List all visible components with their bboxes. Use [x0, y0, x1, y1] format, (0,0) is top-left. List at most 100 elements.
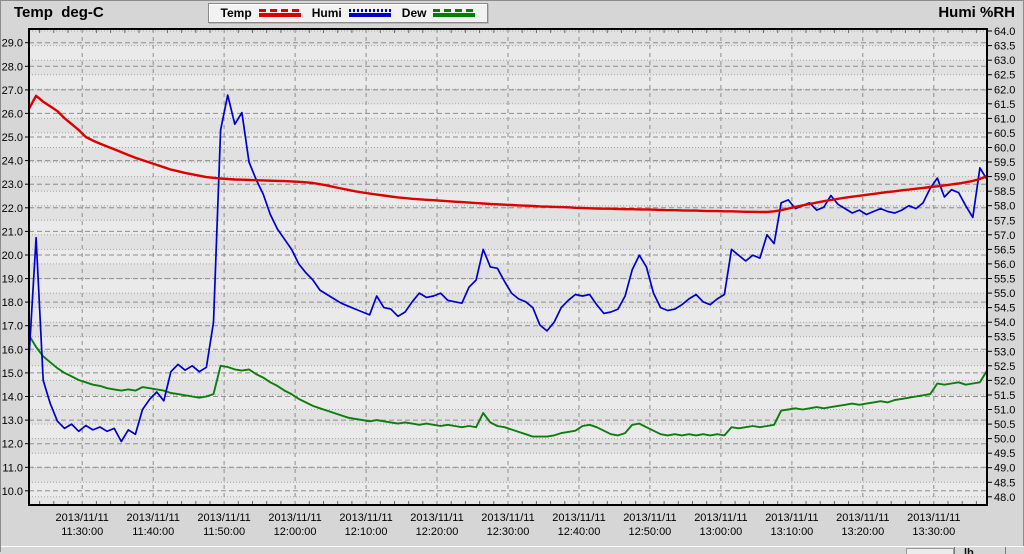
- legend-label-humi: Humi: [312, 6, 342, 20]
- svg-text:57.5: 57.5: [994, 215, 1015, 227]
- svg-text:60.0: 60.0: [994, 143, 1015, 155]
- right-axis-title: Humi %RH: [938, 4, 1015, 21]
- svg-text:24.0: 24.0: [2, 156, 23, 168]
- legend-swatch-humi: [349, 9, 391, 18]
- legend-item-temp: Temp: [221, 6, 301, 20]
- status-scroll-box[interactable]: [906, 548, 954, 554]
- svg-text:59.5: 59.5: [994, 157, 1015, 169]
- svg-text:11:30:00: 11:30:00: [61, 526, 103, 538]
- svg-text:12.0: 12.0: [2, 439, 23, 451]
- svg-text:14.0: 14.0: [2, 392, 23, 404]
- status-partial-text: lb: [964, 547, 974, 554]
- svg-text:55.0: 55.0: [994, 288, 1015, 300]
- svg-text:53.5: 53.5: [994, 332, 1015, 344]
- svg-text:62.5: 62.5: [994, 70, 1015, 82]
- svg-text:53.0: 53.0: [994, 346, 1015, 358]
- y-axis-right-labels: 64.0 63.5 63.0 62.5 62.0 61.5 61.0 60.5 60.0 59.5…: [987, 26, 1015, 504]
- legend-item-dew: Dew: [402, 6, 476, 20]
- svg-text:10.0: 10.0: [2, 486, 23, 498]
- svg-text:12:20:00: 12:20:00: [416, 526, 459, 538]
- svg-text:15.0: 15.0: [2, 368, 23, 380]
- svg-text:22.0: 22.0: [2, 203, 23, 215]
- svg-text:54.0: 54.0: [994, 317, 1015, 329]
- svg-text:58.5: 58.5: [994, 186, 1015, 198]
- svg-text:48.0: 48.0: [994, 492, 1015, 504]
- svg-text:2013/11/11: 2013/11/11: [197, 512, 250, 524]
- y-axis-left-labels: 29.028.027.026.025.024.023.022.021.020.0…: [2, 38, 29, 498]
- svg-text:23.0: 23.0: [2, 179, 23, 191]
- svg-text:49.0: 49.0: [994, 463, 1015, 475]
- svg-text:60.5: 60.5: [994, 128, 1015, 140]
- svg-text:20.0: 20.0: [2, 250, 23, 262]
- svg-text:13:00:00: 13:00:00: [699, 526, 742, 538]
- svg-text:11:40:00: 11:40:00: [132, 526, 174, 538]
- svg-text:63.5: 63.5: [994, 41, 1015, 53]
- svg-text:12:40:00: 12:40:00: [558, 526, 601, 538]
- svg-text:13:10:00: 13:10:00: [770, 526, 813, 538]
- svg-text:61.5: 61.5: [994, 99, 1015, 111]
- svg-text:61.0: 61.0: [994, 113, 1015, 125]
- svg-text:13:30:00: 13:30:00: [912, 526, 955, 538]
- svg-text:2013/11/11: 2013/11/11: [268, 512, 321, 524]
- svg-text:49.5: 49.5: [994, 448, 1015, 460]
- svg-text:13.0: 13.0: [2, 415, 23, 427]
- legend: Temp Humi Dew: [208, 3, 488, 23]
- status-bar: lb: [1, 546, 1024, 554]
- svg-text:2013/11/11: 2013/11/11: [339, 512, 392, 524]
- svg-text:52.0: 52.0: [994, 375, 1015, 387]
- svg-text:16.0: 16.0: [2, 344, 23, 356]
- svg-text:2013/11/11: 2013/11/11: [836, 512, 889, 524]
- svg-text:51.0: 51.0: [994, 405, 1015, 417]
- legend-swatch-dew: [433, 9, 475, 18]
- chart-canvas: 29.028.027.026.025.024.023.022.021.020.0…: [1, 1, 1024, 546]
- svg-text:54.5: 54.5: [994, 303, 1015, 315]
- svg-text:63.0: 63.0: [994, 55, 1015, 67]
- svg-text:13:20:00: 13:20:00: [841, 526, 884, 538]
- svg-text:26.0: 26.0: [2, 108, 23, 120]
- svg-text:51.5: 51.5: [994, 390, 1015, 402]
- svg-text:2013/11/11: 2013/11/11: [481, 512, 534, 524]
- app-window: 29.028.027.026.025.024.023.022.021.020.0…: [0, 0, 1024, 552]
- legend-label-dew: Dew: [402, 6, 427, 20]
- legend-swatch-temp: [259, 9, 301, 18]
- svg-text:2013/11/11: 2013/11/11: [623, 512, 676, 524]
- svg-text:50.5: 50.5: [994, 419, 1015, 431]
- legend-label-temp: Temp: [221, 6, 252, 20]
- svg-text:2013/11/11: 2013/11/11: [907, 512, 960, 524]
- svg-text:64.0: 64.0: [994, 26, 1015, 38]
- svg-text:55.5: 55.5: [994, 274, 1015, 286]
- svg-text:2013/11/11: 2013/11/11: [765, 512, 818, 524]
- svg-text:2013/11/11: 2013/11/11: [55, 512, 108, 524]
- svg-text:12:50:00: 12:50:00: [628, 526, 671, 538]
- svg-text:28.0: 28.0: [2, 61, 23, 73]
- svg-text:12:30:00: 12:30:00: [487, 526, 530, 538]
- svg-text:12:10:00: 12:10:00: [345, 526, 388, 538]
- status-divider-2: [1005, 547, 1006, 554]
- svg-text:18.0: 18.0: [2, 297, 23, 309]
- chart-svg: 29.028.027.026.025.024.023.022.021.020.0…: [1, 1, 1024, 546]
- svg-text:56.5: 56.5: [994, 244, 1015, 256]
- svg-text:21.0: 21.0: [2, 226, 23, 238]
- svg-text:48.5: 48.5: [994, 477, 1015, 489]
- svg-text:19.0: 19.0: [2, 274, 23, 286]
- svg-text:12:00:00: 12:00:00: [274, 526, 317, 538]
- svg-text:59.0: 59.0: [994, 172, 1015, 184]
- svg-text:11:50:00: 11:50:00: [203, 526, 245, 538]
- svg-text:11.0: 11.0: [2, 462, 23, 474]
- svg-text:2013/11/11: 2013/11/11: [552, 512, 605, 524]
- left-axis-title: Temp deg-C: [14, 4, 104, 21]
- svg-text:62.0: 62.0: [994, 84, 1015, 96]
- svg-text:50.0: 50.0: [994, 434, 1015, 446]
- status-divider: [954, 547, 955, 554]
- svg-text:56.0: 56.0: [994, 259, 1015, 271]
- svg-text:25.0: 25.0: [2, 132, 23, 144]
- legend-item-humi: Humi: [312, 6, 391, 20]
- svg-text:52.5: 52.5: [994, 361, 1015, 373]
- svg-text:27.0: 27.0: [2, 85, 23, 97]
- svg-text:58.0: 58.0: [994, 201, 1015, 213]
- svg-text:2013/11/11: 2013/11/11: [126, 512, 179, 524]
- svg-text:2013/11/11: 2013/11/11: [694, 512, 747, 524]
- svg-text:57.0: 57.0: [994, 230, 1015, 242]
- svg-text:17.0: 17.0: [2, 321, 23, 333]
- svg-text:2013/11/11: 2013/11/11: [410, 512, 463, 524]
